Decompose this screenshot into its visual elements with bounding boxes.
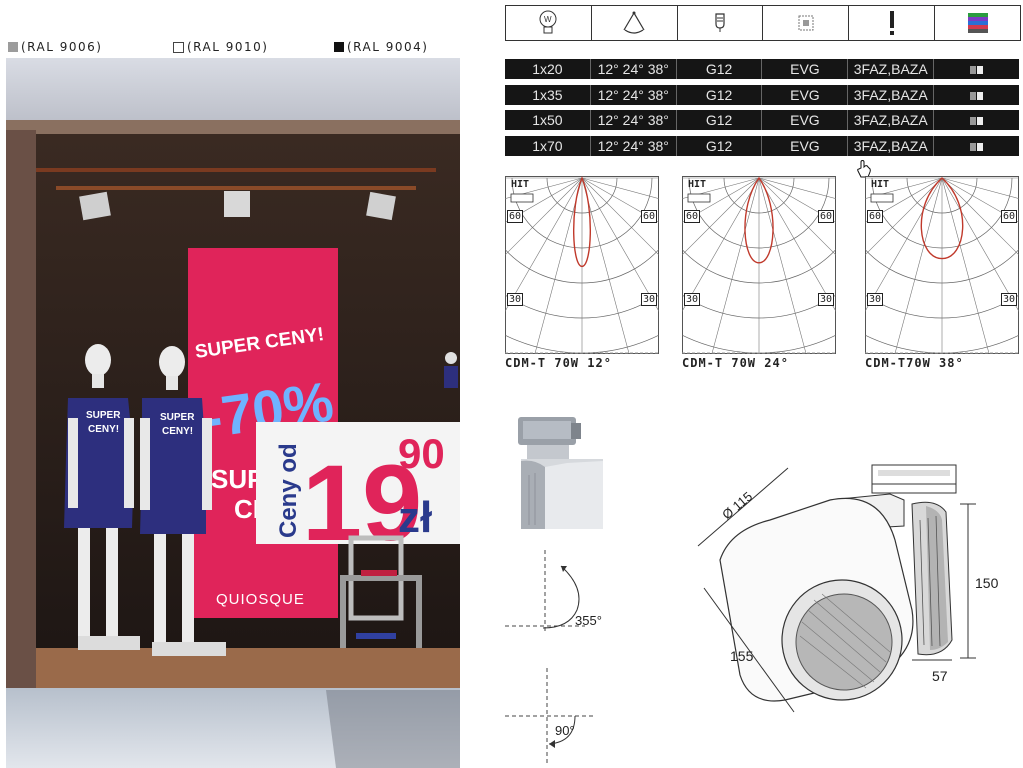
tilt-angle-label: 90° xyxy=(555,723,575,738)
spec-ballast: EVG xyxy=(762,110,849,130)
spec-power: 1x70 xyxy=(505,136,591,156)
swatch-label: (RAL 9006) xyxy=(21,40,103,54)
spec-socket: G12 xyxy=(677,85,763,105)
spec-socket: G12 xyxy=(677,110,763,130)
swatch-color-square xyxy=(8,42,18,52)
polar-angle-60-right: 60 xyxy=(817,210,834,223)
lamp-symbol-icon xyxy=(870,193,894,203)
spec-socket: G12 xyxy=(677,136,763,156)
swatch-label: (RAL 9004) xyxy=(347,40,429,54)
svg-text:SUPER: SUPER xyxy=(160,412,195,423)
spec-adapter: 3FAZ,BAZA xyxy=(848,59,935,79)
polar-angle-60-left: 60 xyxy=(684,210,701,223)
svg-text:W: W xyxy=(544,15,552,24)
spec-angles: 12° 24° 38° xyxy=(591,110,677,130)
svg-text:SUPER: SUPER xyxy=(86,410,121,421)
svg-text:QUIOSQUE: QUIOSQUE xyxy=(216,591,305,608)
polar-caption: CDM-T 70W 12° xyxy=(505,356,612,370)
spec-color-dots xyxy=(934,59,1019,79)
socket-icon xyxy=(678,6,764,40)
spec-ballast: EVG xyxy=(762,59,849,79)
spec-icon-header: W xyxy=(505,5,1021,41)
warning-icon xyxy=(849,6,936,40)
polar-angle-30-left: 30 xyxy=(507,293,524,306)
spec-adapter: 3FAZ,BAZA xyxy=(848,136,935,156)
color-dots-icon xyxy=(969,143,983,151)
polar-angle-60-right: 60 xyxy=(1000,210,1017,223)
polar-caption: CDM-T70W 38° xyxy=(865,356,964,370)
svg-text:zł: zł xyxy=(398,493,432,542)
spec-adapter: 3FAZ,BAZA xyxy=(848,110,935,130)
color-options-icon xyxy=(935,6,1020,40)
lamp-symbol-icon xyxy=(510,193,534,203)
polar-diagram-24: HIT 60 60 30 30 xyxy=(519,176,999,418)
spec-power: 1x35 xyxy=(505,85,591,105)
spec-color-dots xyxy=(934,110,1019,130)
spec-row: 1x50 12° 24° 38° G12 EVG 3FAZ,BAZA xyxy=(505,110,1019,130)
wattage-bulb-icon: W xyxy=(506,6,592,40)
swatch-ral-9004: (RAL 9004) xyxy=(334,40,428,54)
spec-power: 1x50 xyxy=(505,110,591,130)
dimension-height-label: 150 xyxy=(975,575,999,591)
polar-angle-30-left: 30 xyxy=(684,293,701,306)
polar-angle-30-right: 30 xyxy=(817,293,834,306)
spec-angles: 12° 24° 38° xyxy=(591,59,677,79)
dimension-length-label: 155 xyxy=(730,648,754,664)
spec-adapter: 3FAZ,BAZA xyxy=(848,85,935,105)
swatch-ral-9006: (RAL 9006) xyxy=(8,40,102,54)
lamp-symbol-icon xyxy=(687,193,711,203)
spec-power: 1x20 xyxy=(505,59,591,79)
spec-row: 1x20 12° 24° 38° G12 EVG 3FAZ,BAZA xyxy=(505,59,1019,79)
shop-window-photo: SUPER CENY! -70% SUP CE QUIOSQUE Ceny od… xyxy=(6,58,460,768)
polar-angle-60-left: 60 xyxy=(507,210,524,223)
svg-text:CENY!: CENY! xyxy=(88,424,119,435)
color-dots-icon xyxy=(969,117,983,125)
color-dots-icon xyxy=(969,92,983,100)
spec-row: 1x70 12° 24° 38° G12 EVG 3FAZ,BAZA xyxy=(505,136,1019,156)
spec-color-dots xyxy=(934,136,1019,156)
swatch-ral-9010: (RAL 9010) xyxy=(173,40,268,54)
polar-angle-30-left: 30 xyxy=(867,293,884,306)
polar-angle-60-left: 60 xyxy=(867,210,884,223)
svg-text:90: 90 xyxy=(398,430,445,477)
track-adapter-side-view xyxy=(518,417,603,529)
polar-caption: CDM-T 70W 24° xyxy=(682,356,789,370)
beam-angle-icon xyxy=(592,6,678,40)
spec-color-dots xyxy=(934,85,1019,105)
spec-socket: G12 xyxy=(677,59,763,79)
spec-angles: 12° 24° 38° xyxy=(591,136,677,156)
tilt-rotation-diagram xyxy=(505,668,595,764)
polar-angle-30-right: 30 xyxy=(640,293,657,306)
pan-angle-label: 355° xyxy=(575,613,602,628)
swatch-label: (RAL 9010) xyxy=(187,40,269,54)
color-dots-icon xyxy=(969,66,983,74)
polar-hit-label: HIT xyxy=(688,179,707,190)
svg-text:Ceny od: Ceny od xyxy=(275,443,302,538)
polar-diagram-12: HIT 60 60 30 30 xyxy=(342,176,822,418)
swatch-color-square xyxy=(334,42,344,52)
polar-angle-60-right: 60 xyxy=(640,210,657,223)
spec-ballast: EVG xyxy=(762,85,849,105)
polar-hit-label: HIT xyxy=(871,179,890,190)
polar-hit-label: HIT xyxy=(511,179,530,190)
ballast-icon xyxy=(763,6,850,40)
spec-angles: 12° 24° 38° xyxy=(591,85,677,105)
swatch-color-square xyxy=(173,41,184,53)
spec-row: 1x35 12° 24° 38° G12 EVG 3FAZ,BAZA xyxy=(505,85,1019,105)
svg-text:CENY!: CENY! xyxy=(162,426,193,437)
shop-window-illustration: SUPER CENY! -70% SUP CE QUIOSQUE Ceny od… xyxy=(6,58,460,768)
dimension-depth-label: 57 xyxy=(932,668,948,684)
polar-diagram-38: HIT 60 60 30 30 xyxy=(702,176,1023,418)
polar-angle-30-right: 30 xyxy=(1000,293,1017,306)
spec-ballast: EVG xyxy=(762,136,849,156)
